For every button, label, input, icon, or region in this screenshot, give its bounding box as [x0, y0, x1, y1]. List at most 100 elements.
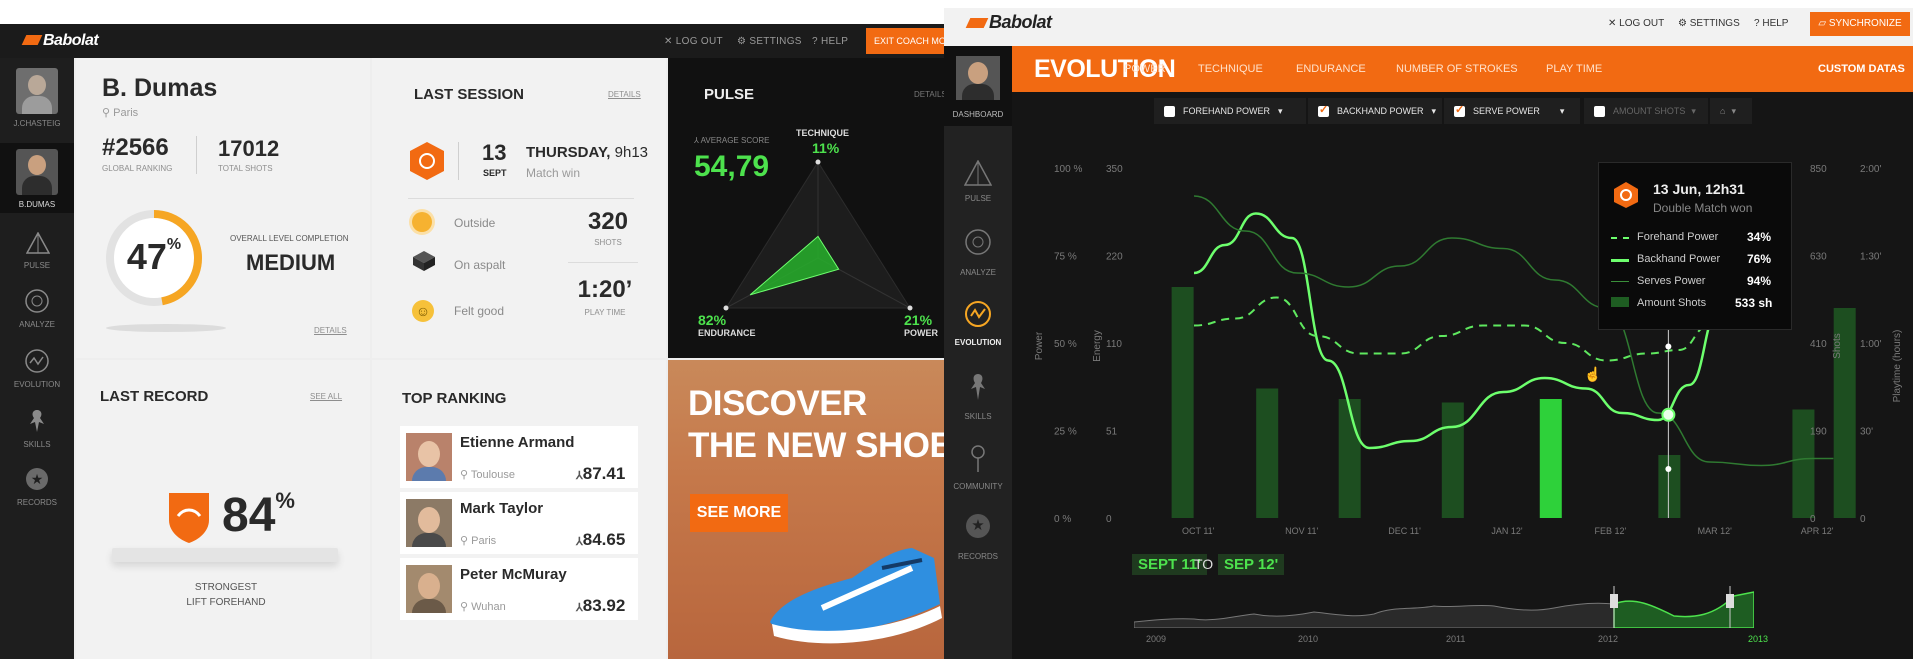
hexagon-badge-icon	[1613, 181, 1639, 214]
avatar	[406, 565, 452, 613]
power-value: 21%	[904, 312, 933, 328]
power-axis-title: Power	[1034, 331, 1045, 360]
timeline-year: 2011	[1446, 634, 1466, 644]
range-to-word: TO	[1194, 556, 1214, 572]
promo-line1: DISCOVER	[688, 384, 867, 423]
settings-link[interactable]: ⚙ SETTINGS	[737, 36, 802, 47]
list-item[interactable]: Etienne Armand ⚲ Toulouse ⅄87.41	[400, 426, 638, 488]
session-day: 13	[482, 140, 507, 165]
location-pin-icon: ⚲	[102, 107, 114, 119]
endurance-label: ENDURANCE	[698, 328, 756, 338]
logo-mark-icon	[21, 35, 43, 45]
avatar	[406, 499, 452, 547]
condition-surface: On aspalt	[454, 258, 506, 272]
racket-icon: ⅄	[576, 602, 583, 614]
racket-icon: ⅄	[576, 536, 583, 548]
forehand-swatch	[1611, 237, 1629, 239]
promo-line2: THE NEW SHOES	[688, 426, 944, 465]
player-name: Peter McMuray	[460, 566, 567, 583]
divider	[458, 142, 459, 180]
star-icon: ★	[26, 468, 48, 490]
condition-weather: Outside	[454, 216, 496, 230]
analyze-icon	[24, 288, 50, 319]
pulse-details-link[interactable]: DETAILS	[914, 90, 944, 99]
shot-bar	[1171, 287, 1194, 518]
hover-marker	[1661, 407, 1676, 422]
shot-bar	[1539, 399, 1562, 518]
session-details-link[interactable]: DETAILS	[608, 90, 641, 99]
profile-details-link[interactable]: DETAILS	[314, 326, 347, 335]
technique-label: TECHNIQUE	[796, 128, 850, 138]
shot-bar	[1658, 455, 1681, 518]
timeline-year: 2012	[1598, 634, 1619, 644]
tooltip-row-value: 76%	[1747, 252, 1772, 266]
smiley-icon: ☺	[412, 300, 434, 322]
sidebar-item-pulse[interactable]: PULSE	[0, 261, 74, 270]
sidebar-item-evolution[interactable]: EVOLUTION	[0, 380, 74, 389]
donut-shadow	[106, 324, 226, 332]
x-tick: FEB 12'	[1595, 526, 1627, 536]
player-score: ⅄87.41	[576, 464, 626, 483]
session-playtime-label: PLAY TIME	[584, 308, 626, 317]
left-sidebar: J.CHASTEIG B.DUMAS PULSE ANALYZE EVOLUTI…	[0, 58, 74, 659]
timeline-navigator[interactable]	[1134, 576, 1754, 628]
sidebar-item-analyze[interactable]: ANALYZE	[0, 320, 74, 329]
energy-tick: 110	[1106, 339, 1122, 350]
location-pin-icon: ⚲	[460, 469, 471, 481]
help-link[interactable]: ? HELP	[812, 36, 848, 47]
tooltip-date: 13 Jun, 12h31	[1653, 181, 1745, 197]
sidebar-item-skills[interactable]: SKILLS	[0, 440, 74, 449]
range-handle-right[interactable]	[1726, 594, 1734, 608]
see-more-button[interactable]: SEE MORE	[690, 494, 788, 532]
logout-link[interactable]: ✕ LOG OUT	[664, 36, 723, 47]
racket-icon: ⅄	[694, 136, 701, 145]
babolat-logo[interactable]: Babolat	[21, 32, 99, 50]
backhand-swatch	[1611, 259, 1629, 262]
see-all-link[interactable]: SEE ALL	[310, 392, 342, 401]
playtime-tick: 0	[1860, 514, 1866, 525]
player-city: ⚲ Toulouse	[460, 469, 515, 481]
completion-donut: 47%	[102, 206, 206, 310]
power-tick: 100 %	[1054, 164, 1082, 175]
player-city: ⚲ Wuhan	[460, 601, 506, 613]
sidebar-user-active[interactable]: B.DUMAS	[0, 143, 74, 213]
divider	[568, 262, 638, 263]
court-icon	[412, 250, 436, 277]
pulse-radar	[723, 159, 913, 311]
profile-card: B. Dumas ⚲ Paris #2566 GLOBAL RANKING 17…	[76, 58, 370, 358]
range-to[interactable]: SEP 12'	[1218, 554, 1285, 575]
global-ranking-label: GLOBAL RANKING	[102, 164, 173, 173]
shield-badge-icon	[166, 490, 212, 549]
skills-icon	[27, 408, 47, 439]
location-pin-icon: ⚲	[460, 601, 472, 613]
record-line2: LIFT FOREHAND	[186, 597, 266, 608]
tooltip-result: Double Match won	[1653, 201, 1753, 215]
level-value: MEDIUM	[246, 250, 336, 275]
tooltip-row-value: 533 sh	[1735, 296, 1773, 310]
exit-coach-mode-button[interactable]: EXIT COACH MODE	[866, 28, 944, 54]
playtime-tick: 2:00'	[1860, 164, 1881, 175]
timeline-year: 2009	[1146, 634, 1167, 644]
range-handle-left[interactable]	[1610, 594, 1618, 608]
completion-label: OVERALL LEVEL COMPLETION	[230, 234, 349, 243]
list-item[interactable]: Peter McMuray ⚲ Wuhan ⅄83.92	[400, 558, 638, 620]
list-item[interactable]: Mark Taylor ⚲ Paris ⅄84.65	[400, 492, 638, 554]
record-line1: STRONGEST	[194, 582, 258, 593]
profile-location: ⚲ Paris	[102, 107, 139, 119]
energy-tick: 0	[1106, 514, 1112, 525]
pulse-card: PULSE DETAILS ⅄ AVERAGE SCORE 54,79 TECH…	[668, 58, 944, 358]
x-tick: APR 12'	[1801, 526, 1834, 536]
help-icon: ?	[812, 36, 821, 47]
avatar	[16, 149, 58, 195]
tooltip-row-label: Serves Power	[1637, 275, 1706, 287]
player-name: Etienne Armand	[460, 434, 575, 451]
shots-swatch	[1611, 297, 1629, 307]
energy-tick: 51	[1106, 427, 1118, 438]
gear-icon: ⚙	[737, 36, 750, 47]
tooltip-row-label: Amount Shots	[1637, 297, 1707, 309]
avatar[interactable]	[16, 68, 58, 114]
top-ranking-title: TOP RANKING	[402, 390, 507, 407]
sidebar-item-records[interactable]: RECORDS	[0, 498, 74, 507]
shots-tick: 850	[1810, 164, 1827, 175]
promo-banner[interactable]: DISCOVER THE NEW SHOES SEE MORE	[668, 360, 944, 659]
